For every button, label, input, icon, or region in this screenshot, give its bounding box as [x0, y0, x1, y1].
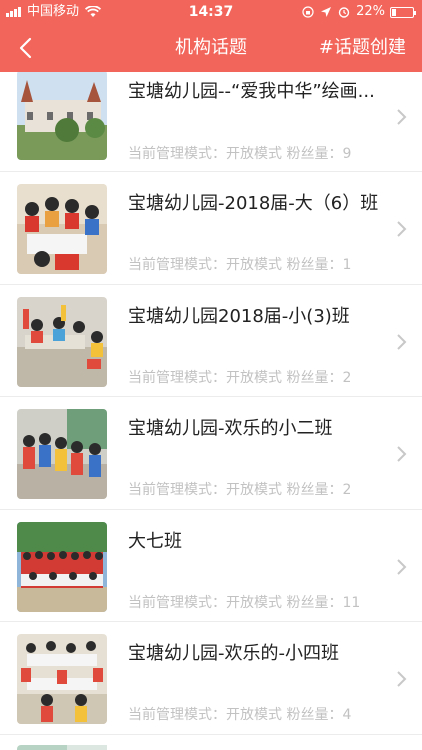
location-icon — [321, 7, 332, 17]
battery-icon — [390, 6, 416, 18]
nav-bar: 机构话题 #话题创建 — [0, 24, 422, 72]
topic-title: 宝塘幼儿园-2018届-大（6）班 — [128, 193, 379, 214]
topic-thumbnail — [17, 521, 107, 612]
topic-meta: 当前管理模式：开放模式 粉丝量：2 — [128, 369, 352, 386]
battery-percent: 22% — [356, 4, 385, 19]
status-bar: 中国移动 14:37 22% — [0, 0, 422, 24]
topic-thumbnail — [17, 184, 107, 274]
status-right: 22% — [302, 0, 416, 24]
topic-meta: 当前管理模式：开放模式 粉丝量：9 — [128, 146, 352, 162]
topic-thumbnail — [17, 296, 107, 387]
topic-meta: 当前管理模式：开放模式 粉丝量：2 — [128, 482, 352, 498]
app-header: 中国移动 14:37 22% 机构话题 #话题创建 — [0, 0, 422, 72]
topic-thumbnail — [17, 634, 107, 724]
chevron-right-icon — [397, 221, 407, 237]
topic-title: 宝塘幼儿园-欢乐的-小四班 — [128, 643, 339, 664]
topic-title: 宝塘幼儿园--“爱我中华”绘画... — [128, 81, 375, 102]
chevron-right-icon — [397, 333, 407, 350]
topic-title: 宝塘幼儿园2018届-小(3)班 — [128, 305, 350, 327]
chevron-right-icon — [397, 109, 407, 125]
topic-list: 宝塘幼儿园--“爱我中华”绘画... 当前管理模式：开放模式 粉丝量：9 宝塘幼… — [0, 72, 422, 750]
chevron-right-icon — [397, 446, 407, 462]
rotation-lock-icon — [302, 6, 314, 18]
list-item[interactable]: 宝塘幼儿园2018届-小(3)班 当前管理模式：开放模式 粉丝量：2 — [0, 285, 422, 397]
list-item[interactable]: 宝塘幼儿园-欢乐的-小四班 当前管理模式：开放模式 粉丝量：4 — [0, 622, 422, 735]
topic-title: 宝塘幼儿园-欢乐的小二班 — [128, 418, 333, 439]
topic-meta: 当前管理模式：开放模式 粉丝量：4 — [128, 707, 352, 723]
alarm-icon — [338, 7, 350, 18]
list-item[interactable]: 宝塘幼儿园-欢乐的小二班 当前管理模式：开放模式 粉丝量：2 — [0, 397, 422, 510]
topic-meta: 当前管理模式：开放模式 粉丝量：1 — [128, 257, 352, 273]
topic-thumbnail — [17, 409, 107, 499]
chevron-right-icon — [397, 671, 407, 687]
create-topic-button[interactable]: #话题创建 — [319, 24, 406, 72]
topic-thumbnail — [17, 72, 107, 160]
chevron-right-icon — [397, 558, 407, 575]
list-item[interactable]: 宝塘幼儿园-2018届-大（6）班 当前管理模式：开放模式 粉丝量：1 — [0, 172, 422, 285]
list-item-partial[interactable] — [0, 735, 422, 750]
topic-meta: 当前管理模式：开放模式 粉丝量：11 — [128, 594, 361, 611]
topic-thumbnail — [17, 744, 107, 750]
list-item[interactable]: 宝塘幼儿园--“爱我中华”绘画... 当前管理模式：开放模式 粉丝量：9 — [0, 72, 422, 172]
battery-fill — [392, 8, 397, 16]
list-item[interactable]: 大七班 当前管理模式：开放模式 粉丝量：11 — [0, 510, 422, 622]
topic-title: 大七班 — [128, 530, 182, 552]
